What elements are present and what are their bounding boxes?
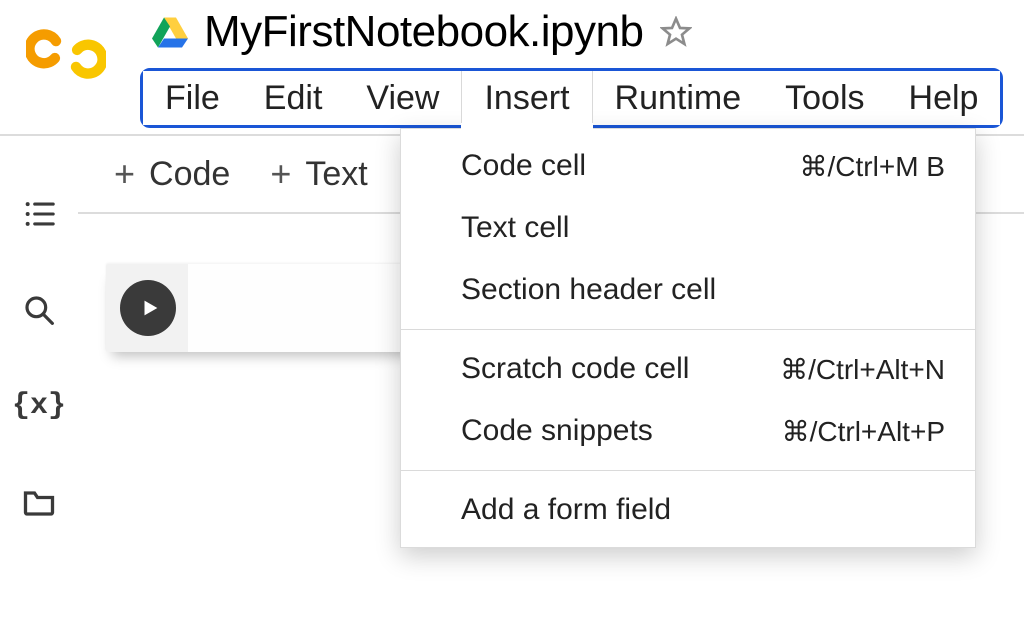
menu-item-section-header-cell[interactable]: Section header cell — [401, 259, 975, 321]
menu-item-scratch-code-cell[interactable]: Scratch code cell ⌘/Ctrl+Alt+N — [401, 338, 975, 400]
star-icon[interactable] — [659, 15, 693, 49]
search-icon[interactable] — [19, 290, 59, 330]
menu-separator — [401, 470, 975, 471]
plus-icon: + — [270, 153, 291, 195]
google-drive-icon — [152, 16, 188, 48]
menu-runtime[interactable]: Runtime — [593, 71, 764, 125]
menu-separator — [401, 329, 975, 330]
menubar-row: FileEditViewInsertRuntimeToolsHelp All c… — [140, 68, 1024, 128]
menu-item-label: Code snippets — [461, 414, 653, 448]
add-text-button[interactable]: + Text — [270, 153, 367, 195]
menu-item-label: Add a form field — [461, 493, 671, 527]
insert-menu-dropdown: Code cell ⌘/Ctrl+M B Text cell Section head… — [400, 128, 976, 548]
variables-icon[interactable]: {x} — [19, 386, 59, 426]
menu-item-shortcut: ⌘/Ctrl+M B — [800, 150, 945, 183]
menu-insert[interactable]: Insert — [461, 71, 592, 125]
menu-item-text-cell[interactable]: Text cell — [401, 197, 975, 259]
files-icon[interactable] — [19, 482, 59, 522]
menu-help[interactable]: Help — [887, 71, 1001, 125]
colab-logo — [26, 24, 106, 84]
menu-view[interactable]: View — [344, 71, 461, 125]
menu-item-label: Text cell — [461, 211, 569, 245]
toc-icon[interactable] — [19, 194, 59, 234]
menu-item-label: Code cell — [461, 149, 586, 183]
menu-item-code-cell[interactable]: Code cell ⌘/Ctrl+M B — [401, 135, 975, 197]
menu-tools[interactable]: Tools — [763, 71, 886, 125]
notebook-filename[interactable]: MyFirstNotebook.ipynb — [204, 7, 643, 57]
menubar: FileEditViewInsertRuntimeToolsHelp — [140, 68, 1003, 128]
menu-item-shortcut: ⌘/Ctrl+Alt+N — [780, 353, 945, 386]
add-text-label: Text — [305, 155, 367, 194]
code-cell[interactable] — [106, 264, 426, 352]
menu-item-add-a-form-field[interactable]: Add a form field — [401, 479, 975, 541]
title-row: MyFirstNotebook.ipynb — [0, 6, 1024, 58]
header: MyFirstNotebook.ipynb FileEditViewInsert… — [0, 0, 1024, 136]
add-code-label: Code — [149, 155, 230, 194]
menu-item-shortcut: ⌘/Ctrl+Alt+P — [782, 415, 945, 448]
menu-item-label: Scratch code cell — [461, 352, 689, 386]
left-sidebar: {x} — [0, 136, 78, 640]
menu-edit[interactable]: Edit — [242, 71, 345, 125]
menu-item-label: Section header cell — [461, 273, 716, 307]
menu-file[interactable]: File — [143, 71, 242, 125]
plus-icon: + — [114, 153, 135, 195]
add-code-button[interactable]: + Code — [114, 153, 230, 195]
run-cell-button[interactable] — [120, 280, 176, 336]
menu-item-code-snippets[interactable]: Code snippets ⌘/Ctrl+Alt+P — [401, 400, 975, 462]
